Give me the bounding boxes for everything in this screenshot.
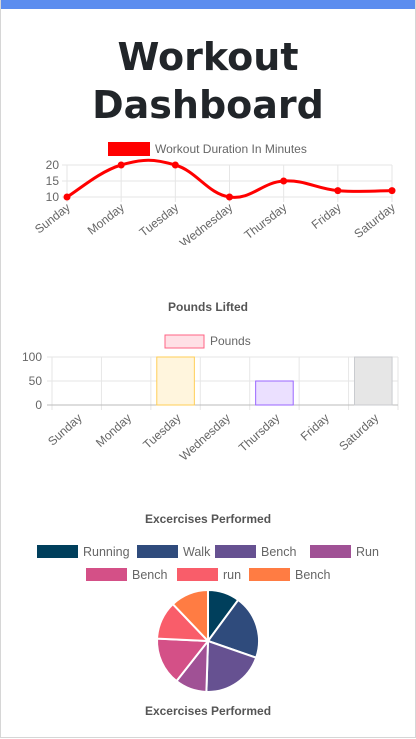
- bar-tuesday: [156, 356, 195, 406]
- x-tick-label: Thursday: [241, 200, 289, 242]
- y-tick-label: 0: [35, 398, 42, 412]
- legend-label-4: Bench: [132, 568, 167, 582]
- x-tick-label: Thursday: [236, 411, 283, 455]
- x-tick-label: Friday: [298, 411, 332, 444]
- legend-label-1: Walk: [183, 545, 211, 559]
- y-tick-label: 10: [46, 190, 60, 204]
- pie-chart-footer: Excercises Performed: [145, 704, 271, 718]
- bar-saturday: [354, 356, 393, 406]
- legend-swatch-3: [310, 545, 351, 558]
- x-tick-label: Tuesday: [137, 200, 182, 239]
- legend-swatch-2: [215, 545, 256, 558]
- legend-label-6: Bench: [295, 568, 330, 582]
- legend-swatch-5: [177, 568, 218, 581]
- legend-swatch-4: [86, 568, 127, 581]
- y-tick-label: 15: [46, 174, 60, 188]
- y-tick-label: 50: [29, 374, 43, 388]
- legend-label-duration: Workout Duration In Minutes: [155, 142, 307, 156]
- y-tick-label: 20: [46, 158, 60, 172]
- x-tick-label: Monday: [93, 411, 134, 450]
- duration-point-sunday: [63, 193, 71, 201]
- exercises-pie-chart: Excercises Performed Running Walk Bench Run B…: [37, 512, 379, 718]
- bar-thursday: [255, 380, 294, 406]
- x-tick-label: Saturday: [336, 411, 381, 454]
- x-tick-label: Friday: [309, 200, 344, 232]
- legend-label-5: run: [223, 568, 241, 582]
- x-tick-label: Wednesday: [177, 200, 235, 245]
- bar-chart-title: Pounds Lifted: [168, 300, 248, 314]
- duration-point-thursday: [280, 177, 288, 185]
- legend-swatch-6: [249, 568, 290, 581]
- x-tick-label: Sunday: [45, 411, 85, 449]
- y-tick-label: 100: [22, 350, 42, 364]
- duration-point-friday: [334, 187, 342, 195]
- legend-swatch-0: [37, 545, 78, 558]
- duration-point-tuesday: [171, 161, 179, 169]
- x-tick-label: Monday: [85, 200, 127, 237]
- legend-label-pounds: Pounds: [210, 334, 251, 348]
- legend-swatch-pounds: [164, 334, 205, 349]
- page-title: Workout Dashboard: [92, 35, 324, 127]
- x-tick-label: Tuesday: [140, 411, 183, 452]
- workout-duration-line-chart: Workout Duration In Minutes 10 15 20 Sunday M…: [32, 142, 398, 245]
- x-tick-label: Sunday: [32, 200, 73, 236]
- legend-label-0: Running: [83, 545, 130, 559]
- x-tick-label: Wednesday: [177, 411, 233, 464]
- pie-chart-title: Excercises Performed: [145, 512, 271, 526]
- legend-label-2: Bench: [261, 545, 296, 559]
- legend-label-3: Run: [356, 545, 379, 559]
- duration-point-wednesday: [226, 193, 233, 201]
- pounds-lifted-bar-chart: Pounds Lifted Pounds 0 50 100 Sunday Monday Tue…: [22, 300, 399, 464]
- legend-swatch-duration: [108, 142, 150, 156]
- legend-swatch-1: [137, 545, 178, 558]
- duration-point-monday: [117, 161, 125, 169]
- x-tick-label: Saturday: [351, 200, 397, 241]
- duration-point-saturday: [388, 187, 396, 195]
